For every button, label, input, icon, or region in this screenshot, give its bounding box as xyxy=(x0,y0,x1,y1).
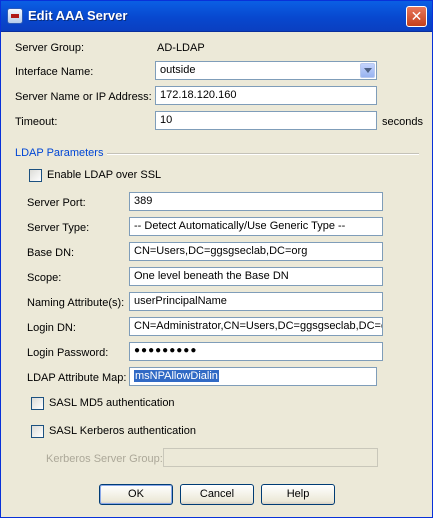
scope-value: One level beneath the Base DN xyxy=(134,270,289,282)
timeout-unit: seconds xyxy=(382,116,423,128)
dialog-title: Edit AAA Server xyxy=(28,8,128,23)
ldap-section-title: LDAP Parameters xyxy=(15,147,104,159)
base-dn-input[interactable]: CN=Users,DC=ggsgseclab,DC=org xyxy=(129,242,383,261)
base-dn-label: Base DN: xyxy=(27,247,75,259)
interface-name-label: Interface Name: xyxy=(15,66,94,78)
app-icon xyxy=(7,8,23,24)
server-name-input[interactable]: 172.18.120.160 xyxy=(155,86,377,105)
server-group-label: Server Group: xyxy=(15,42,85,54)
enable-ssl-label: Enable LDAP over SSL xyxy=(47,169,162,181)
attribute-map-value: msNPAllowDialin xyxy=(134,370,219,382)
interface-name-select[interactable]: outside xyxy=(155,61,377,80)
login-dn-label: Login DN: xyxy=(27,322,76,334)
login-dn-input[interactable]: CN=Administrator,CN=Users,DC=ggsgseclab,… xyxy=(129,317,383,336)
chevron-down-icon[interactable] xyxy=(360,63,375,78)
attribute-map-label: LDAP Attribute Map: xyxy=(27,372,127,384)
interface-name-value: outside xyxy=(160,64,196,76)
ok-button[interactable]: OK xyxy=(99,484,173,505)
login-password-input[interactable]: ●●●●●●●●● xyxy=(129,342,383,361)
sasl-kerberos-checkbox[interactable] xyxy=(31,425,44,438)
close-button[interactable]: ✕ xyxy=(406,6,427,27)
scope-label: Scope: xyxy=(27,272,62,284)
sasl-md5-checkbox[interactable] xyxy=(31,397,44,410)
sasl-kerberos-label: SASL Kerberos authentication xyxy=(49,425,196,437)
server-type-select[interactable]: -- Detect Automatically/Use Generic Type… xyxy=(129,217,383,236)
timeout-label: Timeout: xyxy=(15,116,58,128)
server-type-label: Server Type: xyxy=(27,222,90,234)
server-name-label: Server Name or IP Address: xyxy=(15,91,152,103)
server-port-input[interactable]: 389 xyxy=(129,192,383,211)
server-group-value: AD-LDAP xyxy=(157,42,205,54)
kerberos-group-input[interactable] xyxy=(163,448,378,467)
naming-attribute-label: Naming Attribute(s): xyxy=(27,297,125,309)
kerberos-group-label: Kerberos Server Group: xyxy=(46,453,163,465)
cancel-button[interactable]: Cancel xyxy=(180,484,254,505)
server-port-label: Server Port: xyxy=(27,197,86,209)
timeout-input[interactable]: 10 xyxy=(155,111,377,130)
help-button[interactable]: Help xyxy=(261,484,335,505)
server-type-value: -- Detect Automatically/Use Generic Type… xyxy=(134,220,346,232)
naming-attribute-input[interactable]: userPrincipalName xyxy=(129,292,383,311)
attribute-map-select[interactable]: msNPAllowDialin xyxy=(129,367,377,386)
sasl-md5-label: SASL MD5 authentication xyxy=(49,397,175,409)
scope-select[interactable]: One level beneath the Base DN xyxy=(129,267,383,286)
title-bar[interactable]: Edit AAA Server ✕ xyxy=(1,1,432,32)
edit-aaa-server-dialog: Edit AAA Server ✕ Server Group: AD-LDAP … xyxy=(0,0,433,518)
enable-ssl-checkbox[interactable] xyxy=(29,169,42,182)
section-divider xyxy=(107,153,419,155)
login-password-label: Login Password: xyxy=(27,347,109,359)
